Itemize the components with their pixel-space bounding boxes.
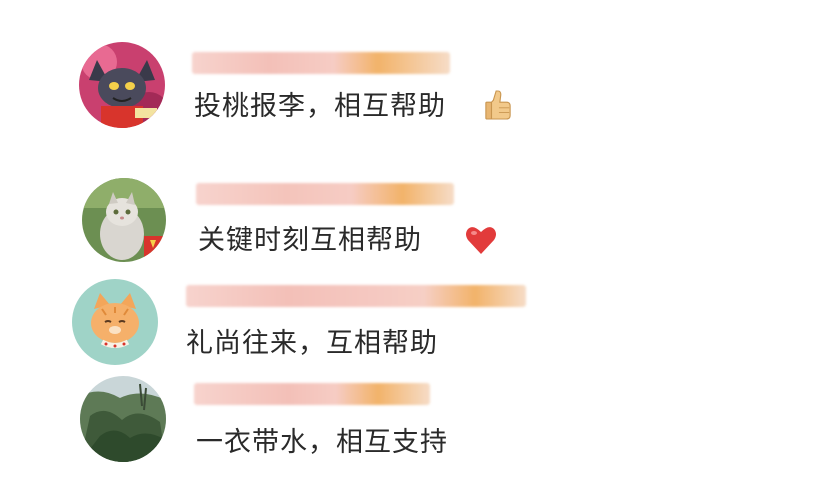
blurred-username — [186, 285, 526, 307]
comment-text: 投桃报李，相互帮助 — [194, 91, 446, 122]
avatar[interactable] — [72, 279, 158, 365]
blurred-username — [194, 383, 430, 405]
red-heart-icon — [466, 227, 496, 254]
avatar[interactable] — [79, 42, 165, 128]
cartoon-cat-avatar — [72, 279, 158, 365]
comment-text: 关键时刻互相帮助 — [198, 225, 422, 256]
cat-photo-avatar — [82, 178, 166, 262]
thumbs-up-icon — [485, 90, 511, 120]
comment-list: 投桃报李，相互帮助 关键时刻互相帮助 礼尚往来，互相帮助 一衣带水，相互支持 — [0, 0, 828, 504]
comment-text: 一衣带水，相互支持 — [196, 427, 448, 458]
avatar[interactable] — [82, 178, 166, 262]
blurred-username — [196, 183, 454, 205]
avatar[interactable] — [80, 376, 166, 462]
cartoon-wolf-avatar — [79, 42, 165, 128]
comment-text: 礼尚往来，互相帮助 — [186, 328, 438, 359]
tree-photo-avatar — [80, 376, 166, 462]
blurred-username — [192, 52, 450, 74]
